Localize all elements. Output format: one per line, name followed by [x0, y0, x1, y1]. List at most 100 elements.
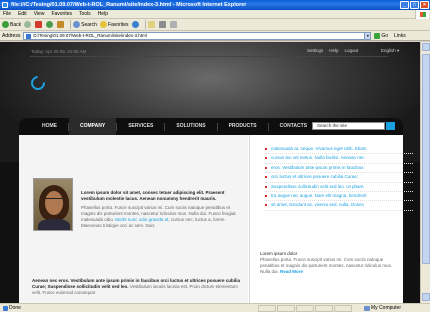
print-icon: [158, 21, 166, 28]
menu-file[interactable]: File: [3, 11, 11, 17]
header-divider: [30, 56, 388, 57]
side-text-block: Lorem ipsum dolor Phasellus porta. Fusce…: [260, 251, 400, 275]
menu-favorites[interactable]: Favorites: [51, 11, 72, 17]
edit-button[interactable]: [169, 21, 178, 28]
home-button[interactable]: [57, 21, 65, 28]
status-panels: [258, 305, 352, 312]
back-label: Back: [10, 21, 22, 28]
search-label: Search: [81, 21, 97, 28]
profile-photo: [33, 178, 73, 231]
top-links: Settings Help Logout: [307, 48, 358, 53]
stop-icon: [35, 21, 43, 28]
list-item[interactable]: malesuada at, neque. Vivamus eget nibh. …: [265, 145, 413, 155]
list-item[interactable]: tra augue nec augue. Nam elit magna, hen…: [265, 192, 413, 202]
media-button[interactable]: [131, 21, 140, 28]
mail-icon: [147, 21, 155, 28]
list-item[interactable]: cursus leo vel metus. Nulla facilisi. Ae…: [265, 154, 413, 164]
zone-label: My Computer: [371, 305, 402, 311]
nav-services[interactable]: SERVICES: [117, 118, 164, 135]
menu-view[interactable]: View: [34, 11, 45, 17]
toolbar-separator: [70, 20, 72, 29]
maximize-button[interactable]: □: [410, 1, 419, 9]
list-item[interactable]: eros. Vestibulum ante ipsum primis in fa…: [265, 164, 413, 174]
edit-icon: [169, 21, 177, 28]
intro-text: Lorem ipsum dolor sit amet, consec tetue…: [81, 190, 243, 229]
links-button[interactable]: Links: [394, 33, 406, 39]
go-label: Go: [381, 32, 389, 39]
close-button[interactable]: ×: [420, 1, 429, 9]
page-viewport: Today: Apr 20 08, 01:05 AM Settings Help…: [0, 42, 420, 303]
refresh-icon: [46, 21, 54, 28]
minimize-button[interactable]: _: [400, 1, 409, 9]
nav-home[interactable]: HOME: [31, 118, 68, 135]
ie-icon: [2, 2, 8, 8]
address-bar: Address D:\Tesing\01.09.07\Web-t-ROL_Ran…: [0, 31, 430, 41]
menu-help[interactable]: Help: [98, 11, 108, 17]
logout-link[interactable]: Logout: [345, 48, 359, 53]
address-dropdown-button[interactable]: ▾: [364, 31, 372, 40]
menu-tools[interactable]: Tools: [79, 11, 91, 17]
status-bar: Done My Computer: [0, 303, 430, 312]
date-text: Today: Apr 20 08, 01:05 AM: [31, 49, 87, 54]
nav-contacts[interactable]: CONTACTS: [269, 118, 318, 135]
read-more-link[interactable]: Read More: [280, 269, 303, 274]
favorites-star-icon: [99, 21, 107, 28]
go-arrow-icon: [374, 32, 381, 39]
refresh-button[interactable]: [46, 21, 54, 28]
vertical-scrollbar[interactable]: [420, 42, 430, 303]
back-button[interactable]: Back: [2, 21, 21, 28]
site-search-input[interactable]: Search the site: [312, 122, 385, 130]
go-button[interactable]: Go: [374, 32, 389, 39]
chevron-down-icon: ▾: [397, 48, 400, 53]
forward-button[interactable]: [24, 21, 32, 28]
mail-button[interactable]: [147, 21, 156, 28]
computer-icon: [364, 305, 370, 311]
address-input[interactable]: D:\Tesing\01.09.07\Web-t-ROL_Ranumi\site…: [23, 31, 366, 40]
intro-link[interactable]: Morbi nunc odio gravida at: [115, 217, 168, 222]
status-left: Done: [3, 304, 21, 312]
standard-toolbar: Back Search Favorites: [0, 19, 430, 31]
list-item[interactable]: orci luctus et ultrices posuere cubilia …: [265, 173, 413, 183]
logo-icon[interactable]: [28, 73, 48, 93]
help-link[interactable]: Help: [329, 48, 338, 53]
address-label: Address: [2, 32, 21, 39]
forward-arrow-icon: [24, 21, 32, 28]
language-value: English: [381, 48, 396, 53]
media-icon: [131, 21, 139, 28]
list-item[interactable]: sit amet, tincidunt ac, viverra sed, nul…: [265, 201, 413, 211]
toolbar-separator: [144, 20, 146, 29]
list-item[interactable]: Suspendisse sollicitudin velit sed leo. …: [265, 183, 413, 193]
page-icon: [26, 33, 32, 39]
page-done-icon: [3, 305, 8, 311]
scroll-up-button[interactable]: [422, 43, 430, 51]
window-title: file:///C:/Tesing/01.09.07/Web-t-ROL_Ran…: [11, 2, 247, 8]
nav-company[interactable]: COMPANY: [69, 118, 117, 135]
window-title-bar[interactable]: file:///C:/Tesing/01.09.07/Web-t-ROL_Ran…: [0, 0, 430, 10]
favorites-label: Favorites: [107, 21, 129, 28]
link-list: malesuada at, neque. Vivamus eget nibh. …: [265, 145, 413, 211]
address-value: D:\Tesing\01.09.07\Web-t-ROL_Ranumi\site…: [33, 32, 147, 38]
favorites-button[interactable]: Favorites: [99, 21, 129, 28]
site-search-button[interactable]: [386, 122, 395, 130]
security-zone: My Computer: [364, 304, 401, 312]
bottom-text: Aenean nec eros. Vestibulum ante ipsum p…: [32, 278, 245, 296]
language-select[interactable]: English ▾: [381, 48, 399, 54]
nav-solutions[interactable]: SOLUTIONS: [165, 118, 216, 135]
intro-heading: Lorem ipsum dolor sit amet, consec tetue…: [81, 190, 225, 201]
intro-paragraph: Phasellus porta. Fusce suscipit varius m…: [81, 205, 236, 228]
back-arrow-icon: [2, 21, 9, 28]
windows-logo-icon: [415, 10, 429, 19]
window-controls: _ □ ×: [400, 1, 429, 9]
menu-edit[interactable]: Edit: [18, 11, 27, 17]
stop-button[interactable]: [35, 21, 43, 28]
search-button[interactable]: Search: [73, 21, 97, 28]
main-nav: HOME COMPANY SERVICES SOLUTIONS PRODUCTS…: [19, 118, 403, 135]
site-search-placeholder: Search the site: [317, 123, 348, 128]
print-button[interactable]: [158, 21, 167, 28]
scroll-thumb[interactable]: [422, 54, 430, 264]
home-icon: [57, 21, 65, 28]
search-icon: [73, 21, 81, 28]
scroll-down-button[interactable]: [422, 293, 430, 301]
settings-link[interactable]: Settings: [307, 48, 323, 53]
nav-products[interactable]: PRODUCTS: [218, 118, 268, 135]
